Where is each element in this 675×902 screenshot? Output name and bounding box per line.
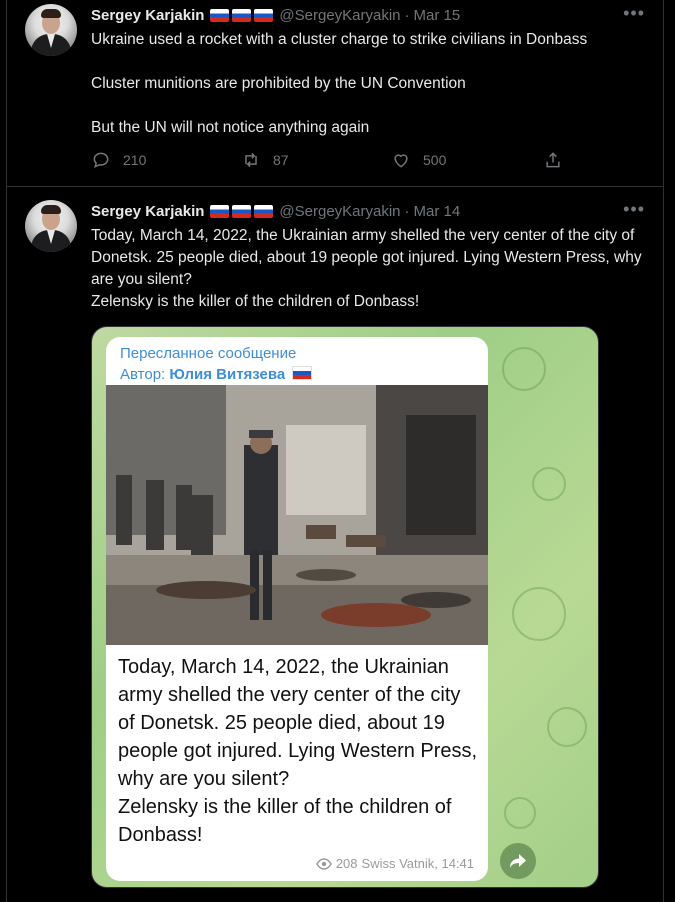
tweet[interactable]: Sergey Karjakin @SergeyKaryakin · Mar 15… bbox=[6, 0, 664, 187]
author-name: Юлия Витязева bbox=[169, 366, 286, 383]
russia-flag-icon bbox=[210, 9, 274, 22]
tweet[interactable]: Sergey Karjakin @SergeyKaryakin · Mar 14… bbox=[6, 187, 664, 902]
like-count: 500 bbox=[423, 152, 447, 168]
message-caption: Today, March 14, 2022, the Ukrainian arm… bbox=[118, 653, 480, 849]
reply-count: 210 bbox=[123, 152, 147, 168]
forwarded-header: Пересланное сообщение Автор: Юлия Витязе… bbox=[120, 343, 313, 385]
reply-button[interactable]: 210 bbox=[91, 150, 146, 170]
forward-button[interactable] bbox=[500, 843, 536, 879]
author-name[interactable]: Sergey Karjakin bbox=[91, 203, 204, 220]
author-prefix: Автор: bbox=[120, 366, 166, 383]
forwarded-author[interactable]: Автор: Юлия Витязева bbox=[120, 364, 313, 385]
tweet-paragraph: Today, March 14, 2022, the Ukrainian arm… bbox=[91, 227, 642, 288]
retweet-button[interactable]: 87 bbox=[241, 150, 289, 170]
author-handle[interactable]: @SergeyKaryakin bbox=[279, 203, 400, 220]
retweet-icon bbox=[245, 152, 257, 168]
news-photo bbox=[106, 385, 488, 645]
more-icon[interactable]: ••• bbox=[623, 199, 645, 220]
tweet-line: Ukraine used a rocket with a cluster cha… bbox=[91, 31, 588, 48]
avatar[interactable] bbox=[25, 200, 77, 252]
eye-icon bbox=[316, 857, 332, 870]
share-button[interactable] bbox=[543, 150, 563, 170]
forwarded-label: Пересланное сообщение bbox=[120, 345, 297, 362]
author-name[interactable]: Sergey Karjakin bbox=[91, 7, 204, 24]
separator: · bbox=[404, 203, 410, 220]
heart-icon bbox=[394, 154, 408, 168]
tweet-media[interactable]: Пересланное сообщение Автор: Юлия Витязе… bbox=[91, 326, 599, 888]
caption-paragraph: Today, March 14, 2022, the Ukrainian arm… bbox=[118, 656, 478, 790]
view-count: 208 bbox=[335, 856, 358, 871]
tweet-header: Sergey Karjakin @SergeyKaryakin · Mar 14 bbox=[91, 203, 460, 220]
telegram-message: Пересланное сообщение Автор: Юлия Витязе… bbox=[106, 337, 488, 881]
tweet-paragraph: Zelensky is the killer of the children o… bbox=[91, 293, 420, 310]
tweet-date[interactable]: Mar 15 bbox=[414, 7, 461, 24]
tweet-line: Cluster munitions are prohibited by the … bbox=[91, 75, 466, 92]
russia-flag-icon bbox=[210, 205, 274, 218]
caption-paragraph: Zelensky is the killer of the children o… bbox=[118, 796, 452, 846]
tweet-actions: 210 87 500 bbox=[91, 150, 561, 174]
author-handle[interactable]: @SergeyKaryakin bbox=[279, 7, 400, 24]
tweet-text: Ukraine used a rocket with a cluster cha… bbox=[91, 29, 651, 139]
more-icon[interactable]: ••• bbox=[623, 3, 645, 24]
russia-flag-icon bbox=[292, 366, 313, 380]
tweet-date[interactable]: Mar 14 bbox=[414, 203, 461, 220]
reply-icon bbox=[93, 152, 109, 168]
channel-time: Swiss Vatnik, 14:41 bbox=[361, 856, 474, 871]
separator: · bbox=[404, 7, 410, 24]
forward-arrow-icon bbox=[510, 854, 526, 868]
like-button[interactable]: 500 bbox=[391, 150, 446, 170]
tweet-text: Today, March 14, 2022, the Ukrainian arm… bbox=[91, 225, 651, 313]
share-icon bbox=[546, 152, 560, 168]
avatar[interactable] bbox=[25, 4, 77, 56]
tweet-header: Sergey Karjakin @SergeyKaryakin · Mar 15 bbox=[91, 7, 460, 24]
tweet-line: But the UN will not notice anything agai… bbox=[91, 119, 370, 136]
message-meta: 208 Swiss Vatnik, 14:41 bbox=[316, 856, 474, 871]
retweet-count: 87 bbox=[273, 152, 289, 168]
